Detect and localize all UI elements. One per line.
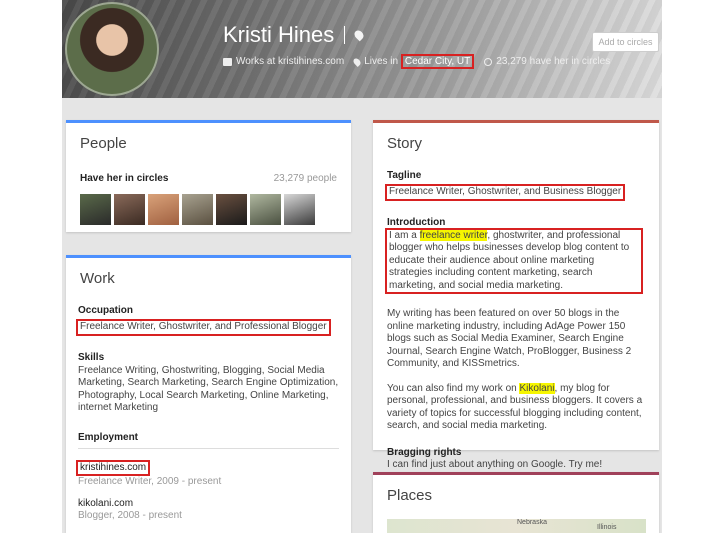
person-thumbnail[interactable] — [284, 194, 315, 225]
people-title: People — [80, 135, 127, 152]
people-thumbnails — [80, 194, 315, 225]
profile-name: Kristi Hines — [223, 22, 335, 47]
bragging-rights-value: I can find just about anything on Google… — [387, 458, 603, 470]
places-map[interactable]: Nebraska Illinois — [387, 519, 646, 533]
person-thumbnail[interactable] — [250, 194, 281, 225]
person-thumbnail[interactable] — [80, 194, 111, 225]
avatar[interactable] — [65, 2, 159, 96]
people-card-bar — [66, 120, 351, 123]
kikolani-link[interactable]: Kikolani — [519, 382, 555, 394]
people-card: People Have her in circles 23,279 people — [66, 120, 351, 232]
occupation-value: Freelance Writer, Ghostwriter, and Profe… — [76, 319, 331, 336]
people-header-row: Have her in circles 23,279 people — [80, 173, 337, 186]
lives-in-prefix: Lives in — [364, 56, 399, 67]
works-at: Works at kristihines.com — [223, 56, 344, 67]
intro-highlight: freelance writer — [419, 229, 488, 241]
employer-detail: Freelance Writer, 2009 - present — [78, 476, 222, 487]
tagline-value: Freelance Writer, Ghostwriter, and Busin… — [385, 184, 626, 201]
location-icon — [352, 56, 363, 67]
employment-divider — [78, 447, 339, 449]
places-title: Places — [387, 487, 433, 504]
introduction-label: Introduction — [387, 216, 446, 228]
profile-name-row: Kristi Hines — [223, 22, 366, 48]
employer-name[interactable]: kristihines.com — [76, 459, 151, 476]
employer-detail: Blogger, 2008 - present — [78, 510, 182, 521]
circles-text: 23,279 have her in circles — [496, 56, 611, 67]
cover-photo: Kristi Hines Works at kristihines.com Li… — [62, 0, 662, 98]
works-at-text: Works at kristihines.com — [236, 56, 345, 67]
map-label: Illinois — [597, 524, 617, 531]
intro-pre: I am a — [389, 229, 420, 241]
story-card-bar — [373, 120, 659, 123]
introduction-value: I am a freelance writer, ghostwriter, an… — [385, 227, 643, 294]
person-thumbnail[interactable] — [182, 194, 213, 225]
skills-value: Freelance Writing, Ghostwriting, Bloggin… — [78, 364, 339, 414]
lives-in-city: Cedar City, UT — [400, 54, 475, 69]
name-divider — [344, 26, 346, 44]
work-card-bar — [66, 255, 351, 258]
occupation-label: Occupation — [78, 305, 134, 316]
bragging-rights-label: Bragging rights — [387, 446, 462, 458]
have-her-label: Have her in circles — [80, 173, 169, 184]
para3-pre: You can also find my work on — [387, 382, 520, 394]
story-title: Story — [387, 135, 423, 152]
skills-label: Skills — [78, 351, 105, 363]
people-count[interactable]: 23,279 people — [274, 173, 337, 186]
employer-item: kikolani.com Blogger, 2008 - present — [78, 498, 339, 523]
employer-item: kristihines.com Freelance Writer, 2009 -… — [76, 457, 339, 489]
person-thumbnail[interactable] — [148, 194, 179, 225]
work-card: Work Occupation Freelance Writer, Ghostw… — [66, 255, 351, 533]
tagline-label: Tagline — [387, 170, 422, 181]
story-card: Story Tagline Freelance Writer, Ghostwri… — [373, 120, 659, 470]
places-card: Places Nebraska Illinois — [373, 472, 659, 533]
lives-in: Lives in Cedar City, UT — [352, 54, 475, 69]
places-card-bar — [373, 472, 659, 475]
story-paragraph-2: My writing has been featured on over 50 … — [387, 308, 632, 369]
add-to-circles-button[interactable]: Add to circles — [592, 32, 659, 52]
circles-count: 23,279 have her in circles — [484, 56, 610, 67]
employment-label: Employment — [78, 431, 139, 443]
person-thumbnail[interactable] — [216, 194, 247, 225]
story-paragraph-3: You can also find my work on Kikolani, m… — [387, 382, 647, 433]
circles-icon — [484, 57, 493, 66]
person-thumbnail[interactable] — [114, 194, 145, 225]
briefcase-icon — [223, 57, 232, 66]
work-title: Work — [80, 270, 115, 287]
map-label: Nebraska — [517, 519, 547, 526]
profile-meta: Works at kristihines.com Lives in Cedar … — [223, 54, 620, 69]
employer-name[interactable]: kikolani.com — [78, 498, 339, 511]
